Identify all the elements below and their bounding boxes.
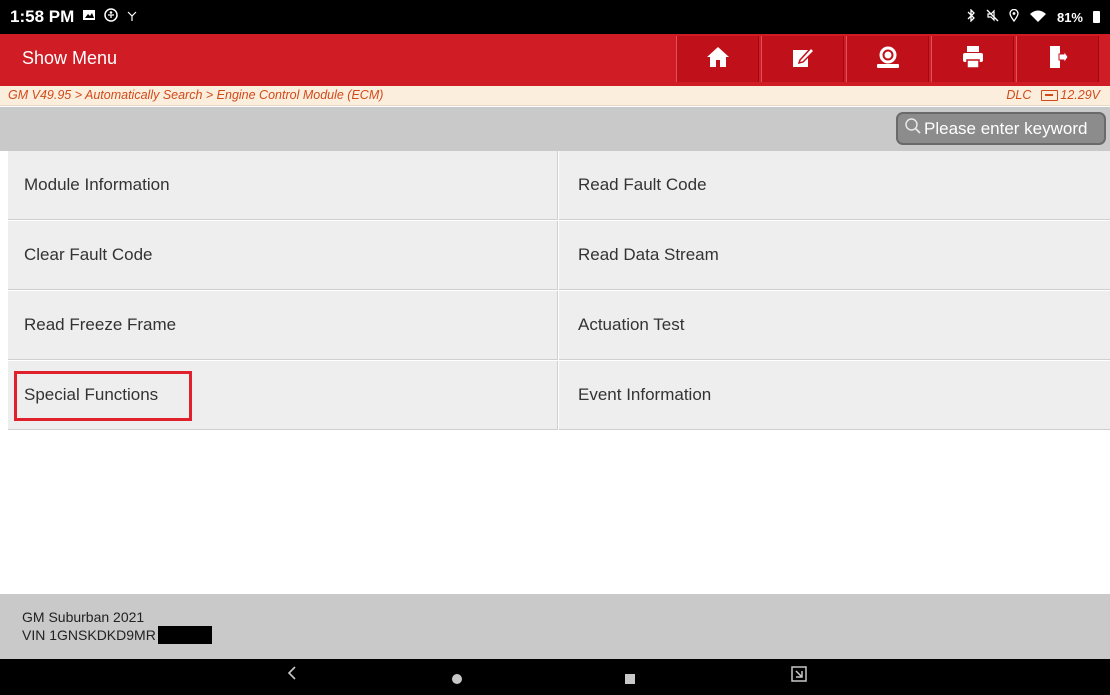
support-icon: [875, 45, 901, 74]
breadcrumb: GM V49.95 > Automatically Search > Engin…: [0, 86, 1110, 106]
mute-icon: [986, 9, 999, 25]
search-icon: [904, 117, 922, 140]
menu-item-read-data-stream[interactable]: Read Data Stream: [559, 221, 1110, 290]
title-bar: Show Menu: [0, 34, 1110, 86]
accessibility-notification-icon: [104, 7, 118, 27]
usb-debug-icon: [126, 7, 138, 27]
breadcrumb-path: GM V49.95 > Automatically Search > Engin…: [8, 88, 384, 102]
search-placeholder: Please enter keyword: [924, 118, 1088, 138]
gallery-notification-icon: [82, 7, 96, 27]
navigation-bar: [0, 659, 1110, 695]
vehicle-model: GM Suburban 2021: [22, 609, 145, 625]
search-area: Please enter keyword: [0, 107, 1110, 151]
print-icon: [962, 45, 984, 74]
menu-item-actuation-test[interactable]: Actuation Test: [559, 291, 1110, 360]
menu-item-read-freeze-frame[interactable]: Read Freeze Frame: [8, 291, 558, 360]
function-menu: Module Information Read Fault Code Clear…: [8, 151, 1110, 430]
vehicle-info: GM Suburban 2021 VIN 1GNSKDKD9MR: [0, 594, 1110, 659]
menu-item-event-information[interactable]: Event Information: [559, 361, 1110, 430]
screenshot-icon: [791, 666, 807, 686]
bluetooth-icon: [966, 8, 976, 25]
back-icon: [286, 666, 298, 686]
recents-button[interactable]: [624, 669, 636, 690]
status-left: 1:58 PM: [10, 7, 138, 27]
voltage-value: 12.29V: [1060, 88, 1100, 102]
exit-button[interactable]: [1016, 36, 1099, 82]
recents-icon: [624, 669, 636, 689]
home-button[interactable]: [676, 36, 759, 82]
menu-item-module-information[interactable]: Module Information: [8, 151, 558, 220]
menu-item-clear-fault-code[interactable]: Clear Fault Code: [8, 221, 558, 290]
vehicle-battery-icon: [1041, 89, 1059, 101]
report-button[interactable]: [761, 36, 844, 82]
battery-icon: [1093, 11, 1100, 23]
back-button[interactable]: [286, 664, 298, 687]
vehicle-vin: VIN 1GNSKDKD9MR: [22, 626, 156, 643]
home-nav-button[interactable]: [451, 669, 463, 690]
connection-status: DLC 12.29V: [1006, 88, 1100, 102]
status-time: 1:58 PM: [10, 7, 75, 26]
screenshot-button[interactable]: [791, 666, 807, 687]
menu-item-label: Read Data Stream: [578, 245, 719, 264]
exit-icon: [1048, 45, 1069, 74]
home-icon: [706, 46, 730, 73]
edit-report-icon: [791, 45, 815, 74]
menu-item-label: Actuation Test: [578, 315, 685, 334]
print-button[interactable]: [931, 36, 1014, 82]
menu-item-label: Module Information: [24, 175, 170, 194]
search-input[interactable]: Please enter keyword: [896, 112, 1106, 145]
vin-redaction: [157, 626, 212, 644]
home-circle-icon: [451, 669, 463, 689]
location-icon: [1009, 8, 1019, 25]
menu-item-read-fault-code[interactable]: Read Fault Code: [559, 151, 1110, 220]
page-title: Show Menu: [22, 48, 118, 68]
menu-item-label: Event Information: [578, 385, 712, 404]
status-right: 81%: [966, 8, 1100, 25]
support-button[interactable]: [846, 36, 929, 82]
status-bar: 1:58 PM 81%: [0, 0, 1110, 34]
menu-item-label: Clear Fault Code: [24, 245, 153, 264]
vin-row: VIN 1GNSKDKD9MR: [22, 626, 1110, 644]
voltage-readout: 12.29V: [1041, 88, 1100, 102]
highlight-box: [14, 371, 192, 421]
wifi-icon: [1029, 9, 1047, 25]
menu-item-label: Read Fault Code: [578, 175, 707, 194]
menu-item-label: Read Freeze Frame: [24, 315, 177, 334]
connector-label: DLC: [1006, 88, 1032, 102]
battery-percent: 81%: [1056, 9, 1083, 25]
